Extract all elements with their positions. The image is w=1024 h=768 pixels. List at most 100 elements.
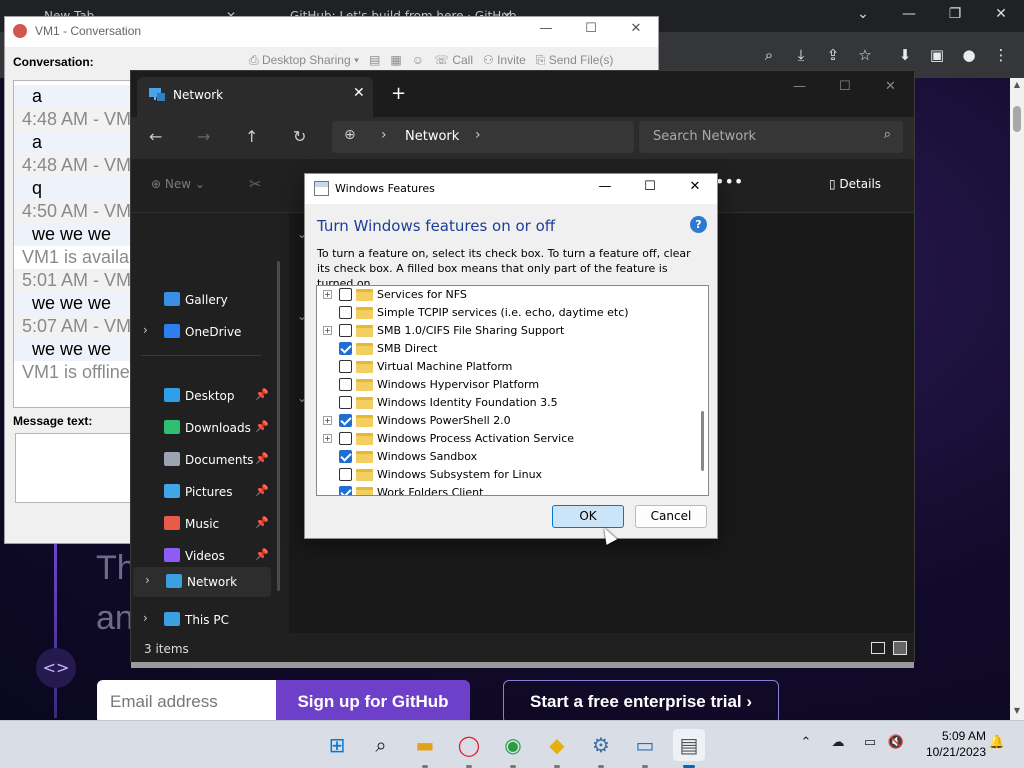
- opera-icon[interactable]: ◯: [453, 729, 485, 768]
- nav-item-documents[interactable]: Documents 📌: [131, 445, 269, 475]
- chevron-right-icon[interactable]: ›: [143, 323, 148, 337]
- nav-item-network[interactable]: › Network: [133, 567, 271, 597]
- ok-button[interactable]: OK: [552, 505, 624, 528]
- profile-icon[interactable]: ●: [958, 44, 980, 66]
- minimize-icon[interactable]: —: [590, 179, 620, 194]
- search-icon[interactable]: ⌕: [365, 729, 397, 761]
- help-icon[interactable]: ?: [690, 216, 707, 233]
- chevron-right-icon[interactable]: ›: [143, 611, 148, 625]
- chevron-right-icon[interactable]: ›: [381, 127, 387, 143]
- close-icon[interactable]: ✕: [978, 0, 1024, 30]
- maximize-icon[interactable]: ☐: [839, 79, 851, 94]
- feature-checkbox[interactable]: [339, 414, 352, 427]
- expand-icon[interactable]: +: [323, 290, 332, 299]
- settings-icon[interactable]: ⚙: [585, 729, 617, 768]
- expand-icon[interactable]: +: [323, 326, 332, 335]
- menu-icon[interactable]: ⋮: [990, 44, 1012, 66]
- back-icon[interactable]: ←: [149, 127, 162, 146]
- more-options-icon[interactable]: •••: [715, 172, 743, 191]
- browser-scrollbar[interactable]: ▲ ▼: [1010, 78, 1024, 720]
- nav-item-desktop[interactable]: Desktop 📌: [131, 381, 269, 411]
- feature-item[interactable]: + Windows Process Activation Service: [317, 430, 697, 448]
- minimize-icon[interactable]: —: [523, 21, 569, 36]
- message-input[interactable]: [15, 433, 143, 503]
- minimize-icon[interactable]: —: [886, 0, 932, 30]
- features-scrollbar[interactable]: [698, 286, 708, 495]
- feature-checkbox[interactable]: [339, 324, 352, 337]
- nav-item-downloads[interactable]: Downloads 📌: [131, 413, 269, 443]
- close-icon[interactable]: ✕: [613, 21, 659, 36]
- nav-item-pictures[interactable]: Pictures 📌: [131, 477, 269, 507]
- details-view-icon[interactable]: [871, 642, 885, 654]
- feature-checkbox[interactable]: [339, 450, 352, 463]
- features-tree[interactable]: + Services for NFS Simple TCPIP services (…: [316, 285, 709, 496]
- install-icon[interactable]: ⤓: [790, 44, 812, 66]
- volume-muted-icon[interactable]: 🔇: [887, 735, 905, 753]
- nav-item-music[interactable]: Music 📌: [131, 509, 269, 539]
- feature-item[interactable]: Virtual Machine Platform: [317, 358, 697, 376]
- monitor-icon[interactable]: ▭: [629, 729, 661, 768]
- restore-icon[interactable]: ❐: [932, 0, 978, 30]
- scroll-up-icon[interactable]: ▲: [1010, 80, 1024, 89]
- cut-icon[interactable]: ✂: [249, 175, 262, 193]
- pin-icon[interactable]: 📌: [255, 516, 269, 529]
- chat-icon[interactable]: ◆: [541, 729, 573, 768]
- feature-checkbox[interactable]: [339, 378, 352, 391]
- close-icon[interactable]: ✕: [353, 85, 365, 101]
- pin-icon[interactable]: 📌: [255, 388, 269, 401]
- feature-checkbox[interactable]: [339, 306, 352, 319]
- explorer-tab-network[interactable]: Network ✕: [137, 77, 373, 117]
- expand-icon[interactable]: +: [323, 434, 332, 443]
- sidepanel-icon[interactable]: ▣: [926, 44, 948, 66]
- pin-icon[interactable]: 📌: [255, 420, 269, 433]
- enterprise-trial-button[interactable]: Start a free enterprise trial ›: [503, 680, 779, 720]
- clock[interactable]: 5:09 AM 10/21/2023: [920, 728, 986, 760]
- feature-item[interactable]: SMB Direct: [317, 340, 697, 358]
- chevron-down-icon[interactable]: ⌄: [840, 0, 886, 30]
- feature-item[interactable]: + SMB 1.0/CIFS File Sharing Support: [317, 322, 697, 340]
- close-icon[interactable]: ✕: [885, 79, 896, 94]
- nav-item-this-pc[interactable]: › This PC: [131, 605, 269, 635]
- pin-icon[interactable]: 📌: [255, 452, 269, 465]
- tiles-view-icon[interactable]: [893, 641, 907, 655]
- chevron-right-icon[interactable]: ›: [475, 127, 481, 143]
- feature-item[interactable]: Windows Subsystem for Linux: [317, 466, 697, 484]
- address-location[interactable]: Network: [405, 129, 459, 144]
- feature-checkbox[interactable]: [339, 468, 352, 481]
- scroll-thumb[interactable]: [701, 411, 704, 471]
- feature-checkbox[interactable]: [339, 396, 352, 409]
- search-input[interactable]: Search Network ⌕: [639, 121, 903, 153]
- close-icon[interactable]: ✕: [680, 179, 710, 194]
- feature-item[interactable]: Simple TCPIP services (i.e. echo, daytim…: [317, 304, 697, 322]
- feature-checkbox[interactable]: [339, 288, 352, 301]
- address-path[interactable]: ⊕ › Network ›: [332, 121, 634, 153]
- expand-icon[interactable]: +: [323, 416, 332, 425]
- add-tab-icon[interactable]: +: [391, 83, 406, 104]
- pin-icon[interactable]: 📌: [255, 548, 269, 561]
- search-icon[interactable]: ⌕: [758, 44, 780, 66]
- feature-item[interactable]: Work Folders Client: [317, 484, 697, 495]
- feature-checkbox[interactable]: [339, 432, 352, 445]
- download-icon[interactable]: ⬇: [894, 44, 916, 66]
- feature-checkbox[interactable]: [339, 486, 352, 495]
- pin-icon[interactable]: 📌: [255, 484, 269, 497]
- new-button[interactable]: ⊕ New ⌄: [151, 177, 205, 191]
- feature-checkbox[interactable]: [339, 360, 352, 373]
- chrome-icon[interactable]: ◉: [497, 729, 529, 768]
- start-icon[interactable]: ⊞: [321, 729, 353, 761]
- display-icon[interactable]: ▭: [861, 735, 879, 753]
- email-input[interactable]: Email address: [97, 680, 276, 720]
- forward-icon[interactable]: →: [197, 127, 210, 146]
- chevron-up-icon[interactable]: ⌃: [797, 735, 815, 753]
- conversation-log[interactable]: a 4:48 AM - VM1 a 4:48 AM - VM1 q 4:50 AM - V…: [13, 80, 143, 408]
- notification-bell-icon[interactable]: 🔔: [988, 735, 1006, 753]
- nav-item-gallery[interactable]: Gallery: [131, 285, 269, 315]
- details-button[interactable]: ▯ Details: [829, 177, 881, 191]
- refresh-icon[interactable]: ↻: [293, 127, 306, 146]
- onedrive-icon[interactable]: ☁: [829, 735, 847, 753]
- feature-item[interactable]: Windows Hypervisor Platform: [317, 376, 697, 394]
- maximize-icon[interactable]: ☐: [635, 179, 665, 194]
- windows-features-taskbar-icon[interactable]: ▤: [673, 729, 705, 768]
- star-icon[interactable]: ☆: [854, 44, 876, 66]
- share-icon[interactable]: ⇪: [822, 44, 844, 66]
